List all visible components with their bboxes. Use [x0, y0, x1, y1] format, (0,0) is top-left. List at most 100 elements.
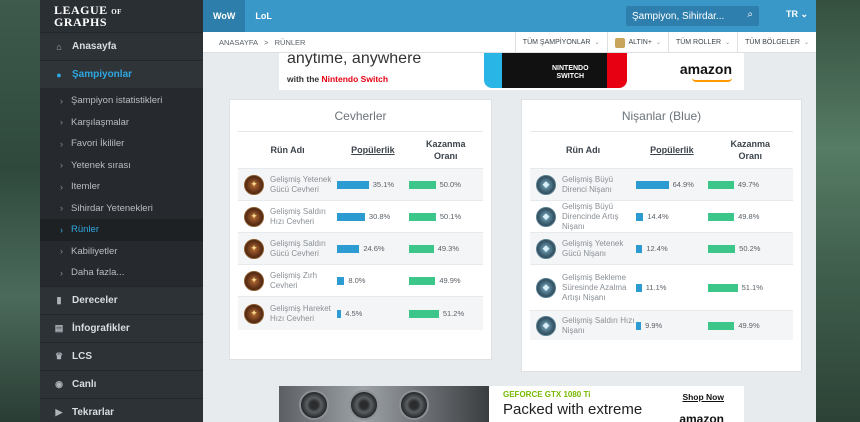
glyph-rune-icon: ◆ — [536, 238, 556, 259]
search-input[interactable]: Şampiyon, Sihirdar... ⌕ — [626, 6, 759, 26]
sidebar-item-label: Yetenek sırası — [71, 159, 131, 171]
rune-name-cell: ◆ Gelişmiş Saldırı Hızı Nişanı — [530, 315, 636, 336]
console-screen: NINTENDO SWITCH — [502, 53, 607, 88]
mark-rune-icon: ✦ — [244, 174, 264, 195]
glyph-rune-icon: ◆ — [536, 277, 556, 298]
column-header-winrate-line1: Kazanma — [426, 139, 466, 149]
sidebar-subitem-duos[interactable]: › Favori İkililer — [40, 133, 203, 155]
filter-roles[interactable]: TÜM ROLLER ⌄ — [667, 32, 737, 53]
table-body: ◆ Gelişmiş Büyü Direnci Nişanı 64.9% 49.7% ◆… — [522, 168, 801, 340]
table-row[interactable]: ✦ Gelişmiş Hareket Hızı Cevheri 4.5% 51.2% — [238, 296, 483, 330]
rune-name-cell: ◆ Gelişmiş Büyü Direncinde Artış Nişanı — [530, 202, 636, 232]
rune-name[interactable]: Gelişmiş Saldırı Hızı Cevheri — [264, 207, 337, 227]
popularity-cell: 11.1% — [636, 283, 707, 292]
table-title: Nişanlar (Blue) — [530, 100, 793, 132]
column-header-name: Rün Adı — [566, 145, 601, 155]
rune-name[interactable]: Gelişmiş Yetenek Gücü Nişanı — [556, 239, 636, 259]
sidebar-submenu: › Şampiyon istatistikleri › Karşılaşmalar … — [40, 88, 203, 286]
tab-wow[interactable]: WoW — [203, 0, 246, 32]
sidebar-item-infographics[interactable]: ▤ İnfografikler — [40, 313, 203, 342]
popularity-value: 11.1% — [645, 283, 667, 292]
main-content: anytime, anywhere with the Nintendo Swit… — [203, 53, 816, 422]
chevron-right-icon: › — [60, 246, 63, 257]
sidebar-subitem-skill-order[interactable]: › Yetenek sırası — [40, 154, 203, 176]
rune-name[interactable]: Gelişmiş Zırh Cevheri — [264, 271, 337, 291]
ad-brand-name: Nintendo Switch — [321, 74, 389, 84]
rune-name-cell: ✦ Gelişmiş Saldırı Hızı Cevheri — [238, 206, 337, 227]
glyph-rune-icon: ◆ — [536, 315, 556, 336]
table-row[interactable]: ✦ Gelişmiş Saldırı Hızı Cevheri 30.8% 50.1% — [238, 200, 483, 232]
rune-name[interactable]: Gelişmiş Hareket Hızı Cevheri — [264, 304, 337, 324]
sidebar-item-rankings[interactable]: ▮ Dereceler — [40, 285, 203, 314]
column-header-popularity[interactable]: Popülerlik — [337, 144, 408, 156]
sidebar-subitem-items[interactable]: › Itemler — [40, 176, 203, 198]
user-icon: ● — [56, 69, 62, 80]
sidebar-item-live[interactable]: ◉ Canlı — [40, 369, 203, 398]
winrate-value: 49.7% — [737, 180, 760, 189]
language-selector[interactable]: TR ⌄ — [786, 9, 808, 20]
winrate-value: 50.2% — [739, 244, 761, 253]
filter-rank[interactable]: ALTIN+ ⌄ — [606, 32, 668, 53]
popularity-bar — [337, 180, 369, 189]
shop-now-link[interactable]: Shop Now — [682, 392, 724, 402]
sidebar-subitem-runes[interactable]: › Rünler — [40, 219, 203, 241]
sidebar-item-label: LCS — [72, 350, 92, 362]
chevron-down-icon: ⌄ — [655, 40, 661, 46]
language-label: TR — [786, 9, 798, 19]
chevron-right-icon: › — [60, 224, 63, 235]
table-row[interactable]: ◆ Gelişmiş Büyü Direnci Nişanı 64.9% 49.7% — [530, 168, 793, 200]
site-logo[interactable]: LEAGUE OF GRAPHS — [40, 0, 203, 32]
rune-name[interactable]: Gelişmiş Yetenek Gücü Cevheri — [264, 175, 337, 195]
ad-product-tag: GEFORCE GTX 1080 Ti — [503, 390, 591, 399]
filter-regions[interactable]: TÜM BÖLGELER ⌄ — [737, 32, 816, 53]
popularity-bar — [636, 321, 642, 330]
sidebar-subitem-matchups[interactable]: › Karşılaşmalar — [40, 111, 203, 133]
table-row[interactable]: ◆ Gelişmiş Büyü Direncinde Artış Nişanı 14… — [530, 200, 793, 232]
tab-lol[interactable]: LoL — [245, 0, 282, 32]
breadcrumb: ANASAYFA > RÜNLER — [203, 38, 309, 47]
sidebar-subitem-more[interactable]: › Daha fazla... — [40, 262, 203, 284]
winrate-value: 50.1% — [439, 212, 462, 221]
winrate-value: 50.0% — [439, 180, 461, 189]
table-row[interactable]: ◆ Gelişmiş Saldırı Hızı Nişanı 9.9% 49.9% — [530, 310, 793, 340]
winrate-cell: 50.0% — [408, 180, 483, 189]
chevron-down-icon: ⌄ — [803, 40, 809, 46]
sidebar-item-home[interactable]: ⌂ Anasayfa — [40, 32, 203, 60]
runes-table-glyphs: Nişanlar (Blue) Rün Adı Popülerlik Kazan… — [521, 99, 802, 372]
winrate-cell: 51.2% — [408, 309, 483, 318]
table-row[interactable]: ✦ Gelişmiş Zırh Cevheri 8.0% 49.9% — [238, 264, 483, 296]
filter-champions[interactable]: TÜM ŞAMPİYONLAR ⌄ — [514, 32, 607, 53]
sidebar-item-label: Daha fazla... — [71, 267, 125, 279]
table-row[interactable]: ✦ Gelişmiş Saldırı Gücü Cevheri 24.6% 49.3% — [238, 232, 483, 264]
column-header-winrate[interactable]: Kazanma Oranı — [409, 138, 483, 162]
sidebar-item-label: Canlı — [72, 378, 97, 390]
table-row[interactable]: ✦ Gelişmiş Yetenek Gücü Cevheri 35.1% 50.0% — [238, 168, 483, 200]
sidebar-item-replays[interactable]: ▶ Tekrarlar — [40, 397, 203, 422]
table-row[interactable]: ◆ Gelişmiş Yetenek Gücü Nişanı 12.4% 50.2% — [530, 232, 793, 264]
popularity-bar — [636, 283, 642, 292]
sidebar-item-champions[interactable]: ● Şampiyonlar — [40, 60, 203, 88]
rune-name[interactable]: Gelişmiş Saldırı Hızı Nişanı — [556, 316, 636, 336]
rune-name[interactable]: Gelişmiş Saldırı Gücü Cevheri — [264, 239, 337, 259]
sidebar-subitem-masteries[interactable]: › Kabiliyetler — [40, 240, 203, 262]
column-header-winrate[interactable]: Kazanma Oranı — [708, 138, 793, 162]
sidebar-subitem-summoner-spells[interactable]: › Sihirdar Yetenekleri — [40, 197, 203, 219]
winrate-value: 51.2% — [442, 309, 465, 318]
rune-name[interactable]: Gelişmiş Büyü Direncinde Artış Nişanı — [556, 202, 636, 232]
search-icon[interactable]: ⌕ — [747, 9, 753, 20]
rune-name[interactable]: Gelişmiş Büyü Direnci Nişanı — [556, 175, 636, 195]
column-header-popularity[interactable]: Popülerlik — [636, 144, 707, 156]
advertisement-top[interactable]: anytime, anywhere with the Nintendo Swit… — [279, 53, 744, 90]
table-row[interactable]: ◆ Gelişmiş Bekleme Süresinde Azalma Artış… — [530, 264, 793, 310]
sidebar-subitem-champion-stats[interactable]: › Şampiyon istatistikleri — [40, 90, 203, 112]
sidebar-item-lcs[interactable]: ♛ LCS — [40, 341, 203, 370]
breadcrumb-home[interactable]: ANASAYFA — [219, 38, 258, 47]
rune-name[interactable]: Gelişmiş Bekleme Süresinde Azalma Artışı… — [556, 273, 636, 303]
advertisement-bottom[interactable]: GEFORCE GTX 1080 Ti Packed with extreme … — [279, 386, 744, 422]
console-logo-line2: SWITCH — [556, 73, 585, 80]
background-scenery-left — [0, 0, 40, 422]
ad-headline: anytime, anywhere — [287, 53, 422, 67]
sidebar-item-label: Rünler — [71, 224, 99, 236]
winrate-cell: 49.7% — [707, 180, 793, 189]
popularity-value: 24.6% — [363, 244, 385, 253]
